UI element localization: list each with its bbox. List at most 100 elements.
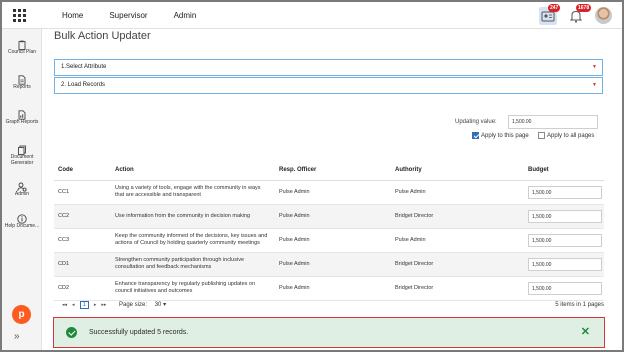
checkbox-checked-icon[interactable] — [472, 132, 479, 139]
budget-input[interactable]: 1,500.00 — [528, 233, 602, 247]
cell-officer: Pulse Admin — [275, 228, 391, 253]
cell-code: CD1 — [54, 252, 111, 277]
sidebar-item-document-generator[interactable]: Document Generator — [2, 142, 42, 166]
chevron-down-icon: ▾ — [163, 302, 167, 308]
apply-to-all-checkbox[interactable]: Apply to all pages — [538, 132, 594, 139]
cell-action: Using a variety of tools, engage with th… — [111, 180, 275, 205]
sidebar-item-label: Graph Reports — [5, 119, 39, 125]
cell-action: Use information from the community in de… — [111, 204, 275, 229]
table-row: CD1 Strengthen community participation t… — [54, 252, 604, 277]
cell-action: Enhance transparency by regularly publis… — [111, 276, 275, 301]
bell-icon[interactable]: 1678 — [567, 3, 592, 25]
collapse-sidebar-button[interactable]: » — [14, 331, 20, 342]
page-size-select[interactable]: 30 ▾ — [155, 302, 166, 308]
document-stack-icon — [17, 142, 27, 155]
notifications-badge: 1678 — [576, 3, 592, 12]
first-page-icon[interactable]: ◂◂ — [62, 302, 67, 308]
accordion-load-records[interactable]: 2. Load Records ▼ — [54, 77, 603, 94]
app-window: Home Supervisor Admin 247 1678 Council P… — [0, 0, 624, 352]
column-header-code[interactable]: Code — [54, 160, 111, 181]
top-icons: 247 1678 — [529, 3, 612, 26]
cell-authority: Bridget Director — [391, 204, 524, 229]
caret-down-icon: ▼ — [592, 64, 597, 70]
accordion-select-attribute[interactable]: 1.Select Attribute ▼ — [54, 59, 603, 76]
cell-authority: Bridget Director — [391, 276, 524, 301]
cell-budget: 1,500.00 — [524, 228, 604, 253]
cell-code: CD2 — [54, 276, 111, 301]
column-header-action[interactable]: Action — [111, 160, 275, 181]
page-size-label: Page size: — [119, 302, 148, 308]
apply-to-page-checkbox[interactable]: Apply to this page — [472, 132, 529, 139]
sidebar-item-label: Council Plan — [7, 49, 37, 55]
sidebar-item-label: Reports — [13, 84, 31, 90]
toast-message: Successfully updated 5 records. — [89, 329, 189, 336]
next-page-icon[interactable]: ▸ — [94, 302, 97, 308]
column-header-authority[interactable]: Authority — [391, 160, 524, 181]
table-row: CC3 Keep the community informed of the d… — [54, 228, 604, 253]
pager-info: 5 items in 1 pages — [555, 302, 604, 308]
column-header-budget[interactable]: Budget — [524, 160, 604, 181]
caret-down-icon: ▼ — [592, 82, 597, 88]
table-row: CC1 Using a variety of tools, engage wit… — [54, 180, 604, 205]
page-number-button[interactable]: 1 — [79, 301, 89, 309]
id-card-icon[interactable]: 247 — [539, 3, 561, 25]
cell-budget: 1,500.00 — [524, 180, 604, 205]
budget-input[interactable]: 1,500.00 — [528, 257, 602, 271]
accordion-label: 1.Select Attribute — [61, 64, 107, 70]
top-bar: Home Supervisor Admin 247 1678 — [2, 2, 622, 29]
nav-admin[interactable]: Admin — [174, 11, 197, 20]
avatar[interactable] — [595, 7, 612, 24]
budget-input[interactable]: 1,500.00 — [528, 281, 602, 295]
cell-officer: Pulse Admin — [275, 204, 391, 229]
close-icon[interactable]: ✕ — [581, 325, 590, 338]
page-title: Bulk Action Updater — [54, 30, 151, 42]
pager: ◂◂ ◂ 1 ▸ ▸▸ Page size: 30 ▾ 5 items in 1… — [54, 298, 604, 314]
cell-budget: 1,500.00 — [524, 204, 604, 229]
sidebar-item-label: Admin — [14, 191, 30, 197]
messages-badge: 247 — [548, 3, 561, 12]
cell-action: Strengthen community participation throu… — [111, 252, 275, 277]
sidebar-item-label: Help Docume... — [4, 223, 40, 229]
sidebar-item-council-plan[interactable]: Council Plan — [2, 37, 42, 55]
sidebar: Council Plan Reports Graph Reports Docum… — [2, 29, 42, 350]
check-circle-icon — [66, 327, 77, 338]
pager-nav: ◂◂ ◂ 1 ▸ ▸▸ — [62, 301, 111, 309]
cell-budget: 1,500.00 — [524, 252, 604, 277]
column-header-officer[interactable]: Resp. Officer — [275, 160, 391, 181]
sidebar-item-reports[interactable]: Reports — [2, 72, 42, 90]
apply-to-all-label: Apply to all pages — [547, 132, 595, 139]
apply-to-page-label: Apply to this page — [481, 132, 529, 139]
budget-input[interactable]: 1,500.00 — [528, 185, 602, 199]
checkbox-unchecked-icon[interactable] — [538, 132, 545, 139]
accordion-label: 2. Load Records — [61, 82, 106, 88]
last-page-icon[interactable]: ▸▸ — [101, 302, 106, 308]
updating-value-input[interactable]: 1,500.00 — [508, 115, 598, 129]
cell-budget: 1,500.00 — [524, 276, 604, 301]
nav-home[interactable]: Home — [62, 11, 83, 20]
budget-input[interactable]: 1,500.00 — [528, 209, 602, 223]
cell-authority: Bridget Director — [391, 252, 524, 277]
nav-supervisor[interactable]: Supervisor — [109, 11, 147, 20]
page-size-control: Page size: 30 ▾ — [119, 301, 166, 308]
table-row: CC2 Use information from the community i… — [54, 204, 604, 229]
sidebar-item-admin[interactable]: Admin — [2, 179, 42, 197]
cell-code: CC3 — [54, 228, 111, 253]
pulse-logo: p — [12, 305, 31, 324]
cell-officer: Pulse Admin — [275, 180, 391, 205]
records-table: Code Action Resp. Officer Authority Budg… — [54, 160, 604, 301]
table-row: CD2 Enhance transparency by regularly pu… — [54, 276, 604, 301]
cell-code: CC2 — [54, 204, 111, 229]
admin-gear-icon — [17, 179, 27, 192]
cell-officer: Pulse Admin — [275, 276, 391, 301]
cell-officer: Pulse Admin — [275, 252, 391, 277]
apps-grid-icon[interactable] — [13, 9, 26, 22]
cell-authority: Pulse Admin — [391, 228, 524, 253]
prev-page-icon[interactable]: ◂ — [72, 302, 75, 308]
graph-document-icon — [17, 107, 27, 120]
sidebar-item-help-documents[interactable]: Help Docume... — [2, 211, 42, 229]
document-icon — [17, 72, 27, 85]
page-size-value: 30 — [154, 302, 162, 308]
cell-authority: Pulse Admin — [391, 180, 524, 205]
sidebar-item-graph-reports[interactable]: Graph Reports — [2, 107, 42, 125]
info-icon — [17, 211, 27, 224]
